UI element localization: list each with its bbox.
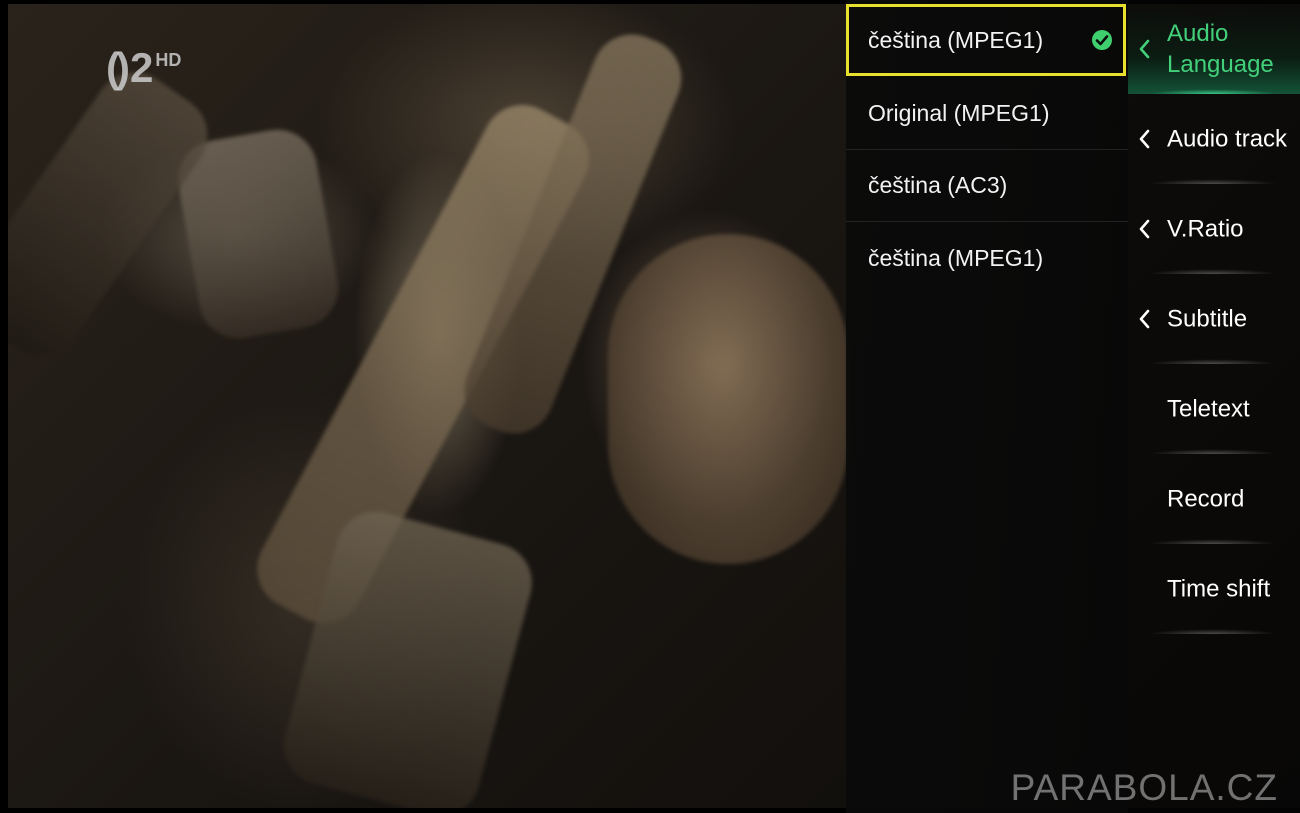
menu-item-audio-track[interactable]: Audio track <box>1128 94 1300 184</box>
ct-logo-icon: () <box>106 44 130 91</box>
language-option[interactable]: čeština (MPEG1) <box>846 4 1126 76</box>
menu-item-subtitle[interactable]: Subtitle <box>1128 274 1300 364</box>
check-circle-icon <box>1092 30 1112 50</box>
audio-language-list: čeština (MPEG1) Original (MPEG1) čeština… <box>846 0 1128 813</box>
menu-item-label: Audio track <box>1167 125 1288 153</box>
language-option[interactable]: čeština (AC3) <box>846 150 1128 222</box>
tv-screen: () 2 HD čeština (MPEG1) Original (MPEG1)… <box>0 0 1300 813</box>
menu-item-label: Subtitle <box>1167 305 1248 333</box>
language-option-label: čeština (AC3) <box>868 172 1008 198</box>
menu-item-teletext[interactable]: Teletext <box>1128 364 1300 454</box>
language-option[interactable]: Original (MPEG1) <box>846 78 1128 150</box>
language-option[interactable]: čeština (MPEG1) <box>846 222 1128 294</box>
language-option-label: čeština (MPEG1) <box>868 26 1044 53</box>
menu-item-time-shift[interactable]: Time shift <box>1128 544 1300 634</box>
menu-divider <box>1134 174 1292 184</box>
menu-item-audio-language[interactable]: Audio Language <box>1128 4 1300 94</box>
menu-item-label: Teletext <box>1167 395 1250 423</box>
menu-item-record[interactable]: Record <box>1128 454 1300 544</box>
menu-item-label: Audio Language <box>1167 20 1274 78</box>
watermark: PARABOLA.CZ <box>1010 767 1278 808</box>
menu-item-label: V.Ratio <box>1167 215 1244 243</box>
menu-divider <box>1134 354 1292 364</box>
menu-divider <box>1134 624 1292 634</box>
chevron-left-icon <box>1139 129 1150 149</box>
menu-divider <box>1134 534 1292 544</box>
menu-divider <box>1134 84 1292 94</box>
menu-divider <box>1134 264 1292 274</box>
hd-badge: HD <box>155 50 182 70</box>
menu-item-label: Time shift <box>1167 575 1271 603</box>
channel-number: 2 <box>129 44 154 91</box>
menu-item-v-ratio[interactable]: V.Ratio <box>1128 184 1300 274</box>
chevron-left-icon <box>1139 309 1150 329</box>
language-option-label: čeština (MPEG1) <box>868 244 1044 271</box>
channel-logo: () 2 HD <box>106 44 182 91</box>
menu-divider <box>1134 444 1292 454</box>
language-option-label: Original (MPEG1) <box>868 100 1050 126</box>
chevron-left-icon <box>1139 219 1150 239</box>
options-menu: Audio Language Audio track V.Ratio Subti… <box>1128 0 1300 813</box>
chevron-left-icon <box>1139 39 1150 59</box>
video-texture <box>608 234 848 564</box>
menu-item-label: Record <box>1167 485 1245 513</box>
